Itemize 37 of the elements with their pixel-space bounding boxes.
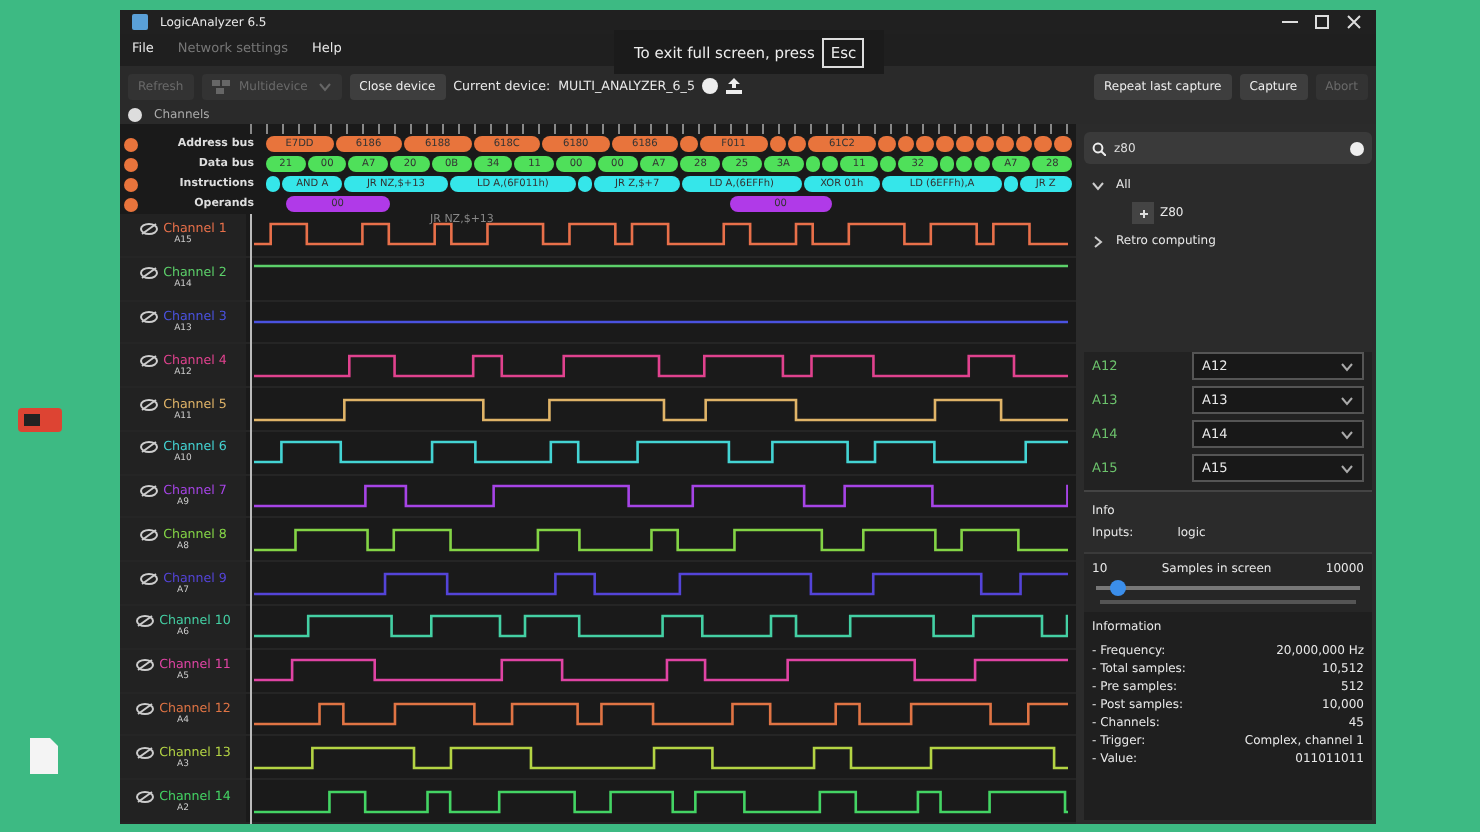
search-icon	[1092, 141, 1106, 155]
eye-off-icon[interactable]	[135, 614, 154, 629]
eye-off-icon[interactable]	[135, 658, 154, 673]
caret-icon	[317, 81, 332, 91]
eye-off-icon[interactable]	[135, 701, 154, 716]
eye-off-icon[interactable]	[135, 789, 154, 804]
chevron-down-icon[interactable]	[1092, 179, 1104, 191]
image-file-icon	[16, 406, 64, 434]
maximize-icon[interactable]	[1312, 14, 1332, 30]
caret-icon	[1340, 395, 1354, 405]
eye-off-icon[interactable]	[139, 440, 158, 455]
upload-icon[interactable]	[726, 78, 743, 94]
slider-thumb[interactable]	[1109, 580, 1126, 596]
clear-icon[interactable]	[1350, 141, 1364, 155]
caret-icon	[1340, 463, 1354, 473]
dot-icon[interactable]	[124, 137, 138, 151]
eye-off-icon[interactable]	[139, 571, 158, 586]
devices-icon	[211, 79, 230, 93]
eye-off-icon[interactable]	[139, 397, 158, 412]
add-icon[interactable]	[1132, 202, 1154, 224]
eye-off-icon[interactable]	[139, 484, 158, 499]
dot-icon[interactable]	[124, 157, 138, 171]
chevron-right-icon[interactable]	[1092, 235, 1104, 247]
eye-off-icon[interactable]	[139, 266, 158, 281]
caret-icon	[1340, 361, 1354, 371]
eye-off-icon[interactable]	[139, 309, 158, 324]
document-icon	[28, 736, 60, 776]
caret-icon	[1340, 429, 1354, 439]
dot-icon[interactable]	[124, 197, 138, 211]
eye-off-icon[interactable]	[139, 222, 158, 237]
app-icon	[132, 14, 148, 30]
info-icon[interactable]	[702, 78, 719, 94]
close-icon[interactable]	[1344, 14, 1364, 30]
eye-off-icon[interactable]	[139, 353, 158, 368]
dot-icon[interactable]	[124, 177, 138, 191]
eye-off-icon[interactable]	[139, 527, 158, 542]
eye-off-icon[interactable]	[135, 745, 154, 760]
